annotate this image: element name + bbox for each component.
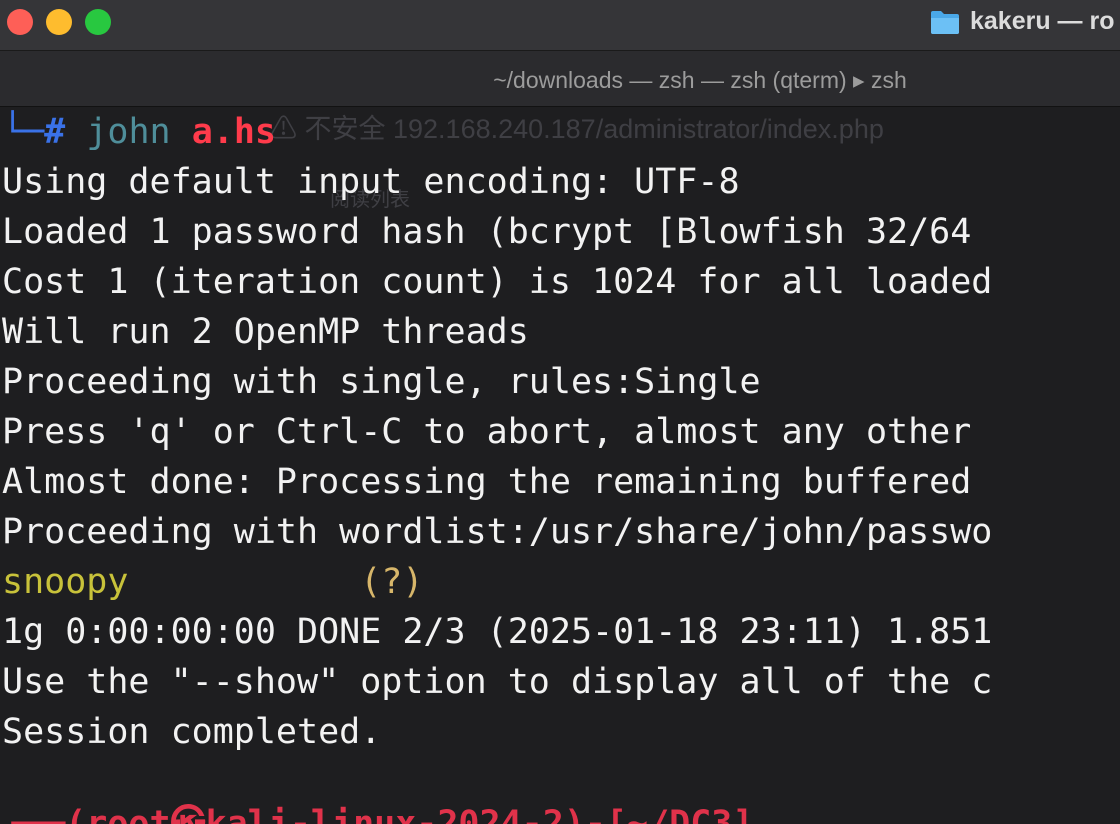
zoom-window-button[interactable] <box>85 9 111 35</box>
command-argument: a.hs <box>191 112 276 152</box>
close-window-button[interactable] <box>7 9 33 35</box>
title-bar: kakeru — ro <box>0 0 1120 51</box>
cracked-result-line: snoopy (?) <box>2 557 423 607</box>
command-prompt-line: └─# john a.hs <box>2 107 276 157</box>
summary-line: 1g 0:00:00:00 DONE 2/3 (2025-01-18 23:11… <box>2 612 993 652</box>
summary-line: Session completed. <box>2 712 382 752</box>
window-title: kakeru — ro <box>970 7 1115 35</box>
cracked-password: snoopy <box>2 562 129 602</box>
output-line: Proceeding with single, rules:Single <box>2 362 761 402</box>
output-line: Proceeding with wordlist:/usr/share/john… <box>2 512 993 552</box>
prompt-corner: └─ <box>2 112 45 152</box>
output-line: Loaded 1 password hash (bcrypt [Blowfish… <box>2 212 972 252</box>
output-line: Press 'q' or Ctrl-C to abort, almost any… <box>2 412 972 452</box>
terminal-output-area[interactable]: ⚠ 不安全 192.168.240.187/administrator/inde… <box>0 107 1120 824</box>
background-url-ghost: ⚠ 不安全 192.168.240.187/administrator/inde… <box>270 114 884 144</box>
cracked-user: (?) <box>360 562 424 602</box>
next-prompt-line: ┌──(root㉿kali-linux-2024-2)-[~/DC3] <box>2 804 754 824</box>
tab-bar: ~/downloads — zsh — zsh (qterm) ▸ zsh <box>0 51 1120 107</box>
tab-title[interactable]: ~/downloads — zsh — zsh (qterm) ▸ zsh <box>0 51 1120 109</box>
command-name: john <box>86 112 171 152</box>
minimize-window-button[interactable] <box>46 9 72 35</box>
summary-line: Use the "--show" option to display all o… <box>2 662 993 702</box>
folder-icon <box>931 11 959 34</box>
output-line: Almost done: Processing the remaining bu… <box>2 462 972 502</box>
terminal-window: kakeru — ro ~/downloads — zsh — zsh (qte… <box>0 0 1120 824</box>
prompt-symbol: # <box>44 112 66 152</box>
output-line: Cost 1 (iteration count) is 1024 for all… <box>2 262 993 302</box>
output-line: Using default input encoding: UTF-8 <box>2 162 740 202</box>
output-line: Will run 2 OpenMP threads <box>2 312 529 352</box>
